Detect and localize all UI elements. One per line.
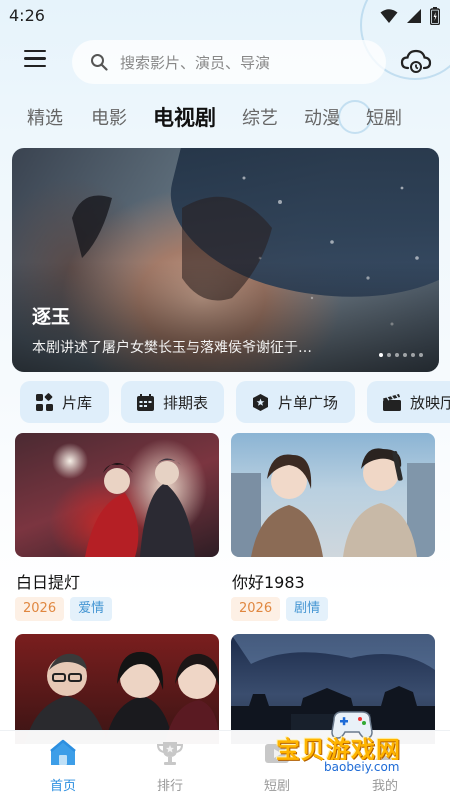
quick-link-library[interactable]: 片库 [20, 381, 109, 423]
badge-icon [253, 393, 268, 411]
status-bar: 4:26 [0, 0, 450, 32]
cloud-icon [400, 49, 432, 73]
search-placeholder: 搜索影片、演员、导演 [120, 53, 271, 72]
quick-link-label: 片库 [62, 393, 93, 412]
banner-pagination[interactable] [379, 353, 423, 357]
tab-tv-series[interactable]: 电视剧 [153, 102, 216, 132]
status-icons [380, 7, 440, 25]
watermark: 宝贝游戏网 baobeiy.com [270, 708, 440, 778]
cloud-sync-button[interactable] [400, 48, 432, 76]
menu-icon [24, 50, 46, 53]
tab-movies[interactable]: 电影 [91, 104, 127, 130]
top-bar: 搜索影片、演员、导演 [0, 36, 450, 88]
card-title: 白日提灯 [16, 573, 81, 592]
battery-icon [430, 7, 440, 25]
home-icon [50, 739, 76, 765]
media-card-poster[interactable] [15, 634, 219, 744]
menu-button[interactable] [24, 50, 50, 72]
banner-title: 逐玉 [32, 306, 71, 328]
clapper-icon [383, 393, 401, 411]
card-tags: 2026 剧情 [231, 597, 329, 621]
tab-featured[interactable]: 精选 [27, 104, 63, 130]
nav-label: 首页 [49, 779, 76, 794]
banner-description: 本剧讲述了屠户女樊长玉与落难侯爷谢征于… [32, 340, 312, 356]
calendar-icon [137, 393, 154, 411]
tab-anime[interactable]: 动漫 [304, 104, 340, 130]
search-icon [91, 54, 108, 71]
quick-link-playlist-plaza[interactable]: 片单广场 [236, 381, 355, 423]
grid-icon [36, 392, 53, 411]
nav-label: 排行 [156, 779, 183, 794]
status-time: 4:26 [9, 6, 45, 25]
genre-tag: 爱情 [70, 597, 113, 621]
quick-link-label: 放映厅 [410, 393, 450, 412]
year-tag: 2026 [15, 597, 65, 621]
quick-link-screening-room[interactable]: 放映厅 [367, 381, 450, 423]
card-tags: 2026 爱情 [15, 597, 113, 621]
quick-link-label: 排期表 [163, 393, 209, 412]
watermark-url: baobeiy.com [322, 760, 402, 774]
category-tabs: 精选 电影 电视剧 综艺 动漫 短剧 [0, 104, 450, 140]
wifi-icon [380, 9, 398, 23]
nav-ranking[interactable]: 排行 [135, 739, 205, 794]
media-card[interactable]: 你好1983 2026 剧情 [231, 433, 435, 621]
hero-banner[interactable]: 逐玉 本剧讲述了屠户女樊长玉与落难侯爷谢征于… [12, 148, 439, 372]
search-input[interactable]: 搜索影片、演员、导演 [72, 40, 386, 84]
poster-image [15, 433, 219, 557]
quick-links: 片库 排期表 片单广场 放映厅 [0, 381, 450, 425]
media-card[interactable]: 白日提灯 2026 爱情 [15, 433, 219, 621]
quick-link-schedule[interactable]: 排期表 [121, 381, 224, 423]
year-tag: 2026 [231, 597, 281, 621]
card-title: 你好1983 [232, 573, 305, 592]
signal-icon [407, 9, 421, 23]
quick-link-label: 片单广场 [278, 393, 339, 412]
tab-variety[interactable]: 综艺 [242, 104, 278, 130]
trophy-icon [156, 742, 184, 765]
genre-tag: 剧情 [286, 597, 329, 621]
tab-short-drama[interactable]: 短剧 [366, 104, 402, 130]
poster-image [231, 433, 435, 557]
nav-home[interactable]: 首页 [28, 739, 98, 794]
